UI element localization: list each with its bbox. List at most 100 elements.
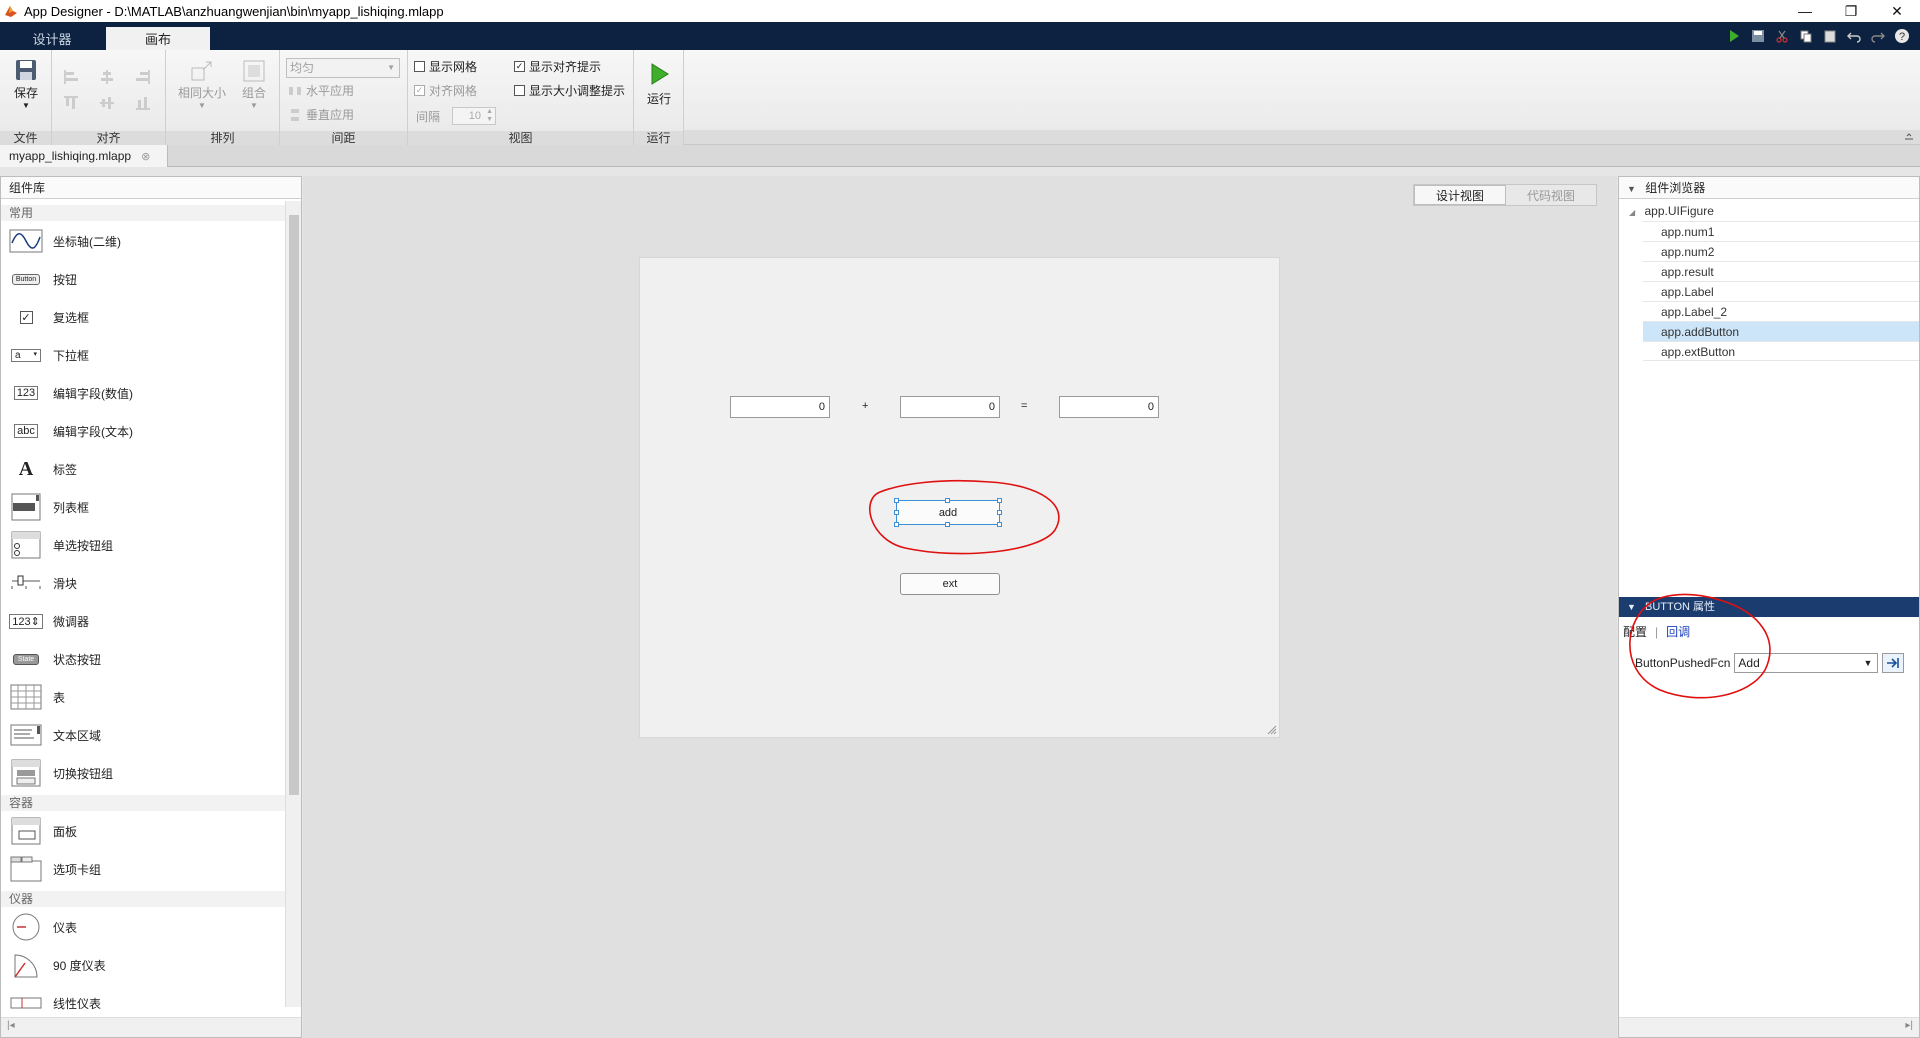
resize-handle[interactable] [894,510,899,515]
paste-icon[interactable] [1820,27,1840,45]
align-top-icon[interactable] [62,94,80,112]
library-item-toggle-group[interactable]: 切换按钮组 [9,757,113,789]
library-item-label: 复选框 [53,310,90,325]
align-bottom-icon[interactable] [134,94,152,112]
close-button[interactable]: ✕ [1874,0,1920,22]
library-scrollbar[interactable] [285,201,301,1007]
code-view-button[interactable]: 代码视图 [1506,185,1596,205]
tree-item-label-2[interactable]: app.Label_2 [1643,301,1919,321]
numeric-icon-text: 123 [13,386,39,400]
tree-root[interactable]: ◢ app.UIFigure [1629,204,1714,218]
run-button[interactable]: 运行 [642,62,676,107]
callback-dropdown[interactable]: Add ▼ [1734,653,1879,673]
redo-icon[interactable] [1868,27,1888,45]
restore-button[interactable]: ❐ [1828,0,1874,22]
library-item-radio-group[interactable]: 单选按钮组 [9,529,113,561]
horizontal-apply-button[interactable]: 水平应用 [288,82,354,99]
library-item-text-field[interactable]: abc 编辑字段(文本) [9,415,133,447]
copy-icon[interactable] [1796,27,1816,45]
library-item-spinner[interactable]: 123⇕ 微调器 [9,605,89,637]
ui-figure[interactable]: 0 + 0 = 0 add ext [639,257,1280,738]
tree-item-extbutton[interactable]: app.extButton [1643,341,1919,361]
callback-name-label: ButtonPushedFcn [1635,656,1731,670]
tab-callbacks[interactable]: 回调 [1666,623,1690,640]
minimize-button[interactable]: — [1782,0,1828,22]
num1-field[interactable]: 0 [730,396,830,418]
snap-grid-checkbox[interactable]: ✓ 对齐网格 [414,82,477,99]
gap-spinner[interactable]: 10 ▲ ▼ [452,107,496,125]
same-size-button[interactable]: 相同大小 ▼ [176,58,228,110]
align-center-icon[interactable] [98,68,116,86]
library-item-checkbox[interactable]: ✓ 复选框 [9,301,89,333]
undo-icon[interactable] [1844,27,1864,45]
result-field[interactable]: 0 [1059,396,1159,418]
tree-expand-icon[interactable]: ◢ [1629,208,1635,217]
library-item-slider[interactable]: 滑块 [9,567,77,599]
ext-button[interactable]: ext [900,573,1000,595]
library-item-text-area[interactable]: 文本区域 [9,719,101,751]
tree-item-num1[interactable]: app.num1 [1643,221,1919,241]
spacing-dropdown[interactable]: 均匀 ▼ [286,58,400,78]
tree-item-num2[interactable]: app.num2 [1643,241,1919,261]
run-icon[interactable] [1724,27,1744,45]
library-item-button[interactable]: Button 按钮 [9,263,77,295]
library-item-gauge[interactable]: 仪表 [9,911,77,943]
library-item-panel[interactable]: 面板 [9,815,77,847]
save-icon[interactable] [1748,27,1768,45]
library-item-linear-gauge[interactable]: 线性仪表 [9,987,101,1019]
tab-config[interactable]: 配置 [1623,623,1647,640]
resize-hints-label: 显示大小调整提示 [529,84,626,98]
library-item-label[interactable]: A 标签 [9,453,77,485]
save-label: 保存 [13,86,38,100]
save-button[interactable]: 保存 ▼ [10,58,42,110]
collapse-ribbon-icon[interactable] [1904,132,1914,142]
align-hints-check[interactable]: ✓ [514,61,525,72]
scroll-right-icon[interactable]: ▸| [1905,1020,1913,1031]
document-tab[interactable]: myapp_lishiqing.mlapp ⊗ [0,145,168,167]
library-item-numeric-field[interactable]: 123 编辑字段(数值) [9,377,133,409]
library-item-tab-group[interactable]: 选项卡组 [9,853,101,885]
scroll-thumb[interactable] [289,215,299,795]
library-item-dropdown[interactable]: a ▾ 下拉框 [9,339,89,371]
resize-handle[interactable] [997,510,1002,515]
resize-handle[interactable] [894,498,899,503]
collapse-triangle-icon[interactable]: ▼ [1627,602,1636,612]
snap-grid-check[interactable]: ✓ [414,85,425,96]
tree-item-label[interactable]: app.Label [1643,281,1919,301]
close-icon[interactable]: ⊗ [141,150,150,163]
resize-hints-checkbox[interactable]: 显示大小调整提示 [514,82,625,99]
align-middle-icon[interactable] [98,94,116,112]
tree-item-addbutton[interactable]: app.addButton [1643,321,1919,341]
library-item-table[interactable]: 表 [9,681,65,713]
align-right-icon[interactable] [134,68,152,86]
cut-icon[interactable] [1772,27,1792,45]
collapse-triangle-icon[interactable]: ▼ [1627,184,1636,194]
align-left-icon[interactable] [62,68,80,86]
library-item-label: 表 [53,690,66,705]
scroll-left-icon[interactable]: |◂ [7,1020,15,1031]
library-item-state-button[interactable]: State 状态按钮 [9,643,101,675]
help-icon[interactable]: ? [1892,27,1912,45]
design-view-button[interactable]: 设计视图 [1414,185,1506,205]
resize-handle[interactable] [997,522,1002,527]
num2-field[interactable]: 0 [900,396,1000,418]
group-button[interactable]: 组合 ▼ [234,58,274,110]
library-item-axes[interactable]: 坐标轴(二维) [9,225,121,257]
tree-item-result[interactable]: app.result [1643,261,1919,281]
tab-designer[interactable]: 设计器 [0,27,104,50]
align-hints-checkbox[interactable]: ✓ 显示对齐提示 [514,58,601,75]
resize-handle[interactable] [945,498,950,503]
tab-canvas[interactable]: 画布 [106,27,210,50]
resize-handle[interactable] [997,498,1002,503]
resize-handle[interactable] [945,522,950,527]
resize-hints-check[interactable] [514,85,525,96]
show-grid-check[interactable] [414,61,425,72]
go-to-callback-button[interactable] [1882,653,1905,673]
vertical-apply-button[interactable]: 垂直应用 [288,106,354,123]
resize-grip-icon[interactable] [1267,725,1277,735]
library-item-listbox[interactable]: 列表框 [9,491,89,523]
library-item-90-gauge[interactable]: 90 度仪表 [9,949,106,981]
resize-handle[interactable] [894,522,899,527]
spinner-arrows-icon[interactable]: ▲ ▼ [486,108,493,124]
show-grid-checkbox[interactable]: 显示网格 [414,58,477,75]
